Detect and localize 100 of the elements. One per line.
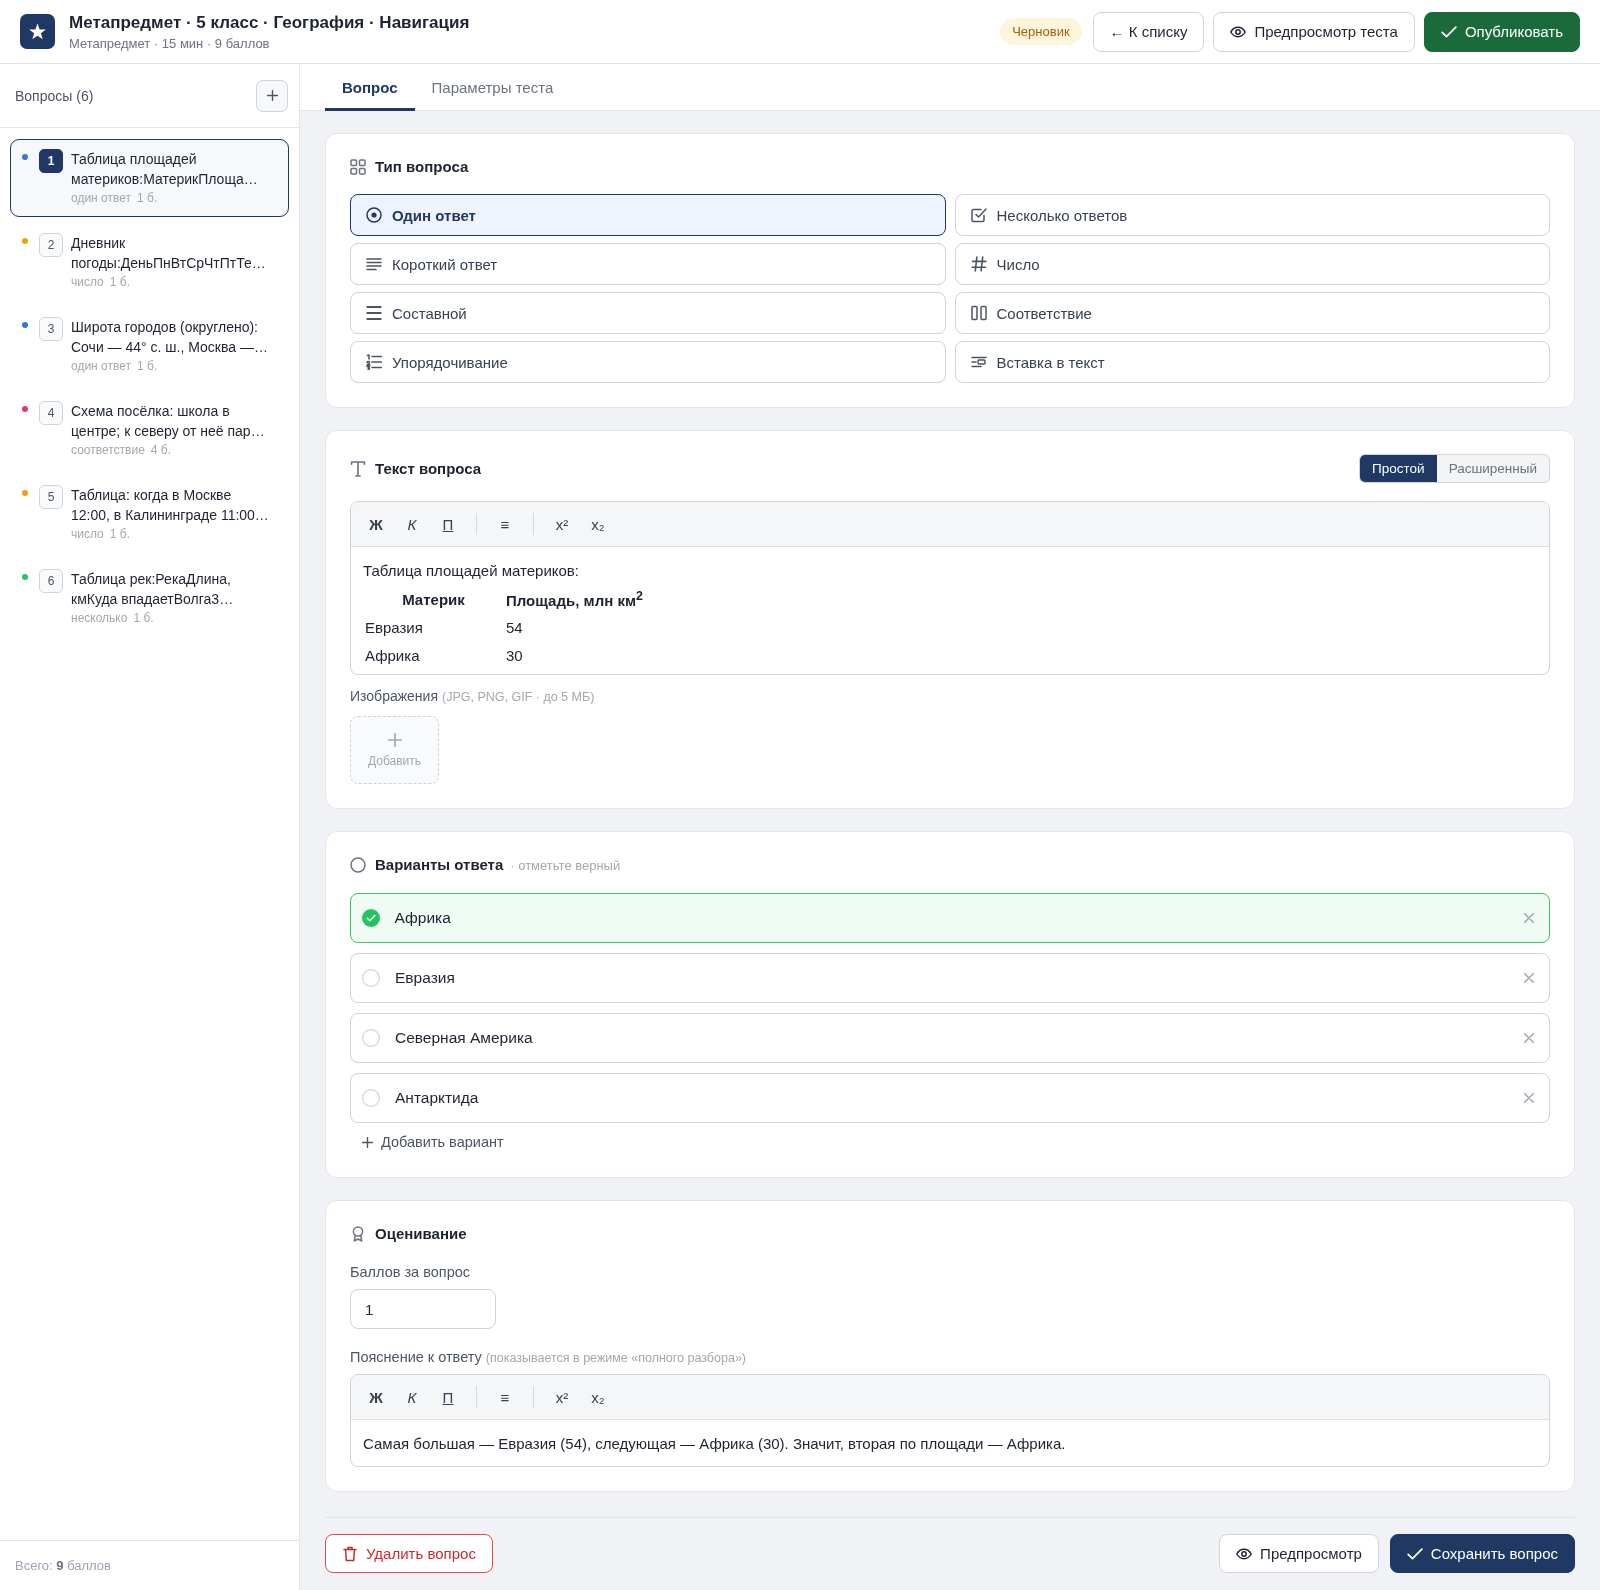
answer-option[interactable]: Антарктида	[350, 1073, 1550, 1123]
question-item[interactable]: 4 Схема посёлка: школа в центре; к северу от неё пар… соответствие 4 б.	[10, 391, 289, 469]
question-type-option[interactable]: Соответствие	[954, 292, 1550, 334]
checkbox-icon	[970, 207, 987, 223]
subscript-button[interactable]: x₂	[582, 509, 614, 539]
plus-icon	[362, 1136, 373, 1148]
question-type-option[interactable]: Число	[954, 243, 1550, 285]
publish-button[interactable]: Опубликовать	[1423, 11, 1580, 52]
question-item[interactable]: 5 Таблица: когда в Москве 12:00, в Калининграде 11:00… число 1 б.	[10, 475, 289, 553]
question-type-option[interactable]: Упорядочивание	[350, 341, 946, 383]
points-input[interactable]: 1	[350, 1289, 496, 1329]
explanation-field[interactable]: Самая большая — Евразия (54), следующая — Африка (30). Значит, вторая по площади — Африка.	[351, 1420, 1549, 1466]
circle-icon	[350, 857, 366, 873]
italic-button[interactable]: К	[396, 509, 428, 539]
question-item[interactable]: 2 Дневник погоды:ДеньПнВтСрЧтПтТе… число 1 б.	[10, 223, 289, 301]
test-title: Метапредмет · 5 класс · География · Навигация	[69, 11, 470, 33]
radio-icon[interactable]	[362, 969, 380, 987]
question-title: Дневник погоды:ДеньПнВтСрЧтПтТе…	[71, 234, 267, 273]
back-button[interactable]: ← К списку	[1092, 11, 1205, 52]
underline-button[interactable]: П	[432, 1382, 464, 1412]
number-badge: 1	[39, 149, 63, 173]
question-type: число	[71, 526, 104, 543]
card-title: Оценивание	[375, 1224, 467, 1244]
radio-icon	[366, 207, 382, 223]
question-item[interactable]: 3 Широта городов (округлено): Сочи — 44° с. ш., Москва —… один ответ 1 б.	[10, 307, 289, 385]
tab[interactable]: Вопрос	[325, 64, 415, 111]
list-button[interactable]: ≡	[489, 509, 521, 539]
text-editor-field[interactable]: Таблица площадей материков: Материк Площадь, млн км$^{2}$ Евразия 54 Африка 30	[351, 547, 1549, 674]
grid-icon	[350, 159, 366, 175]
question-type: соответствие	[71, 442, 145, 459]
answer-text: Антарктида	[395, 1089, 480, 1107]
question-points: 4 б.	[150, 442, 172, 459]
number-badge: 2	[39, 233, 63, 257]
tab[interactable]: Параметры теста	[414, 64, 571, 111]
numbered-list-icon	[366, 354, 382, 370]
answer-option[interactable]: Северная Америка	[350, 1013, 1550, 1063]
number-badge: 5	[39, 485, 63, 509]
number-badge: 6	[39, 569, 63, 593]
number-badge: 3	[39, 317, 63, 341]
list-icon	[366, 305, 382, 321]
question-points: 1 б.	[133, 610, 154, 627]
radio-icon[interactable]	[362, 1029, 380, 1047]
add-question-button[interactable]	[256, 79, 288, 112]
check-icon	[1406, 1545, 1423, 1562]
answer-option[interactable]: Евразия	[350, 953, 1550, 1003]
add-option-button[interactable]: Добавить вариант	[362, 1131, 504, 1153]
superscript-button[interactable]: x²	[546, 1382, 578, 1412]
card-title: Варианты ответа	[375, 855, 504, 875]
card-title: Тип вопроса	[375, 157, 469, 177]
question-type: несколько	[71, 610, 128, 627]
table-cell-text: 54	[505, 617, 524, 638]
explanation-hint: (показывается в режиме «полного разбора»)	[485, 1350, 746, 1367]
radio-icon[interactable]	[362, 1089, 380, 1107]
test-subtitle: Метапредмет · 15 мин · 9 баллов	[69, 35, 271, 52]
text-icon	[350, 460, 366, 477]
table-header: Площадь, млн км$^{2}$	[505, 588, 644, 611]
superscript-button[interactable]: x²	[546, 509, 578, 539]
close-icon[interactable]	[1524, 1093, 1534, 1103]
question-type-option[interactable]: Один ответ	[350, 194, 946, 236]
save-button[interactable]: Сохранить вопрос	[1389, 1534, 1575, 1573]
subscript-button[interactable]: x₂	[582, 1382, 614, 1412]
bold-button[interactable]: Ж	[360, 509, 392, 539]
close-icon[interactable]	[1524, 973, 1534, 983]
check-circle-icon[interactable]	[361, 909, 380, 927]
answer-text: Евразия	[395, 969, 456, 987]
close-icon[interactable]	[1524, 913, 1534, 923]
number-badge: 4	[39, 401, 63, 425]
plus-icon	[387, 732, 402, 747]
question-points: 1 б.	[137, 190, 158, 207]
question-type-option[interactable]: Вставка в текст	[954, 341, 1550, 383]
questions-heading: Вопросы (6)	[15, 87, 94, 104]
question-item[interactable]: 6 Таблица рек:РекаДлина, кмКуда впадаетВолга3… несколько 1 б.	[10, 559, 289, 637]
underline-button[interactable]: П	[432, 509, 464, 539]
question-type-option[interactable]: Составной	[350, 292, 946, 334]
preview-button[interactable]: Предпросмотр	[1219, 1534, 1379, 1573]
delete-button[interactable]: Удалить вопрос	[325, 1534, 493, 1573]
total-points: Всего: 9 баллов	[15, 1558, 111, 1573]
explanation-label: Пояснение к ответу	[350, 1348, 482, 1367]
images-hint: (JPG, PNG, GIF · до 5 МБ)	[442, 689, 595, 706]
question-type-option[interactable]: Несколько ответов	[954, 194, 1550, 236]
mode-option[interactable]: Простой	[1360, 455, 1437, 482]
bold-button[interactable]: Ж	[360, 1382, 392, 1412]
close-icon[interactable]	[1524, 1033, 1534, 1043]
question-title: Схема посёлка: школа в центре; к северу от неё пар…	[71, 402, 266, 441]
question-title: Таблица: когда в Москве 12:00, в Калининграде 11:00…	[71, 486, 270, 525]
table-header: Материк	[401, 589, 466, 610]
italic-button[interactable]: К	[396, 1382, 428, 1412]
list-button[interactable]: ≡	[489, 1382, 521, 1412]
text-insert-icon	[970, 354, 987, 370]
answer-option[interactable]: Африка	[350, 893, 1550, 943]
status-badge: Черновик	[1000, 18, 1082, 45]
question-type-option[interactable]: Короткий ответ	[350, 243, 946, 285]
question-item[interactable]: 1 Таблица площадей материков:МатерикПлоща… один ответ 1 б.	[10, 139, 289, 217]
card-title: Текст вопроса	[375, 458, 482, 479]
trash-icon	[342, 1545, 358, 1562]
question-title: Таблица площадей материков:МатерикПлоща…	[71, 150, 259, 189]
preview-button[interactable]: Предпросмотр теста	[1213, 11, 1415, 52]
mode-option[interactable]: Расширенный	[1436, 455, 1549, 482]
question-points: 1 б.	[137, 358, 158, 375]
question-type: один ответ	[71, 190, 131, 207]
